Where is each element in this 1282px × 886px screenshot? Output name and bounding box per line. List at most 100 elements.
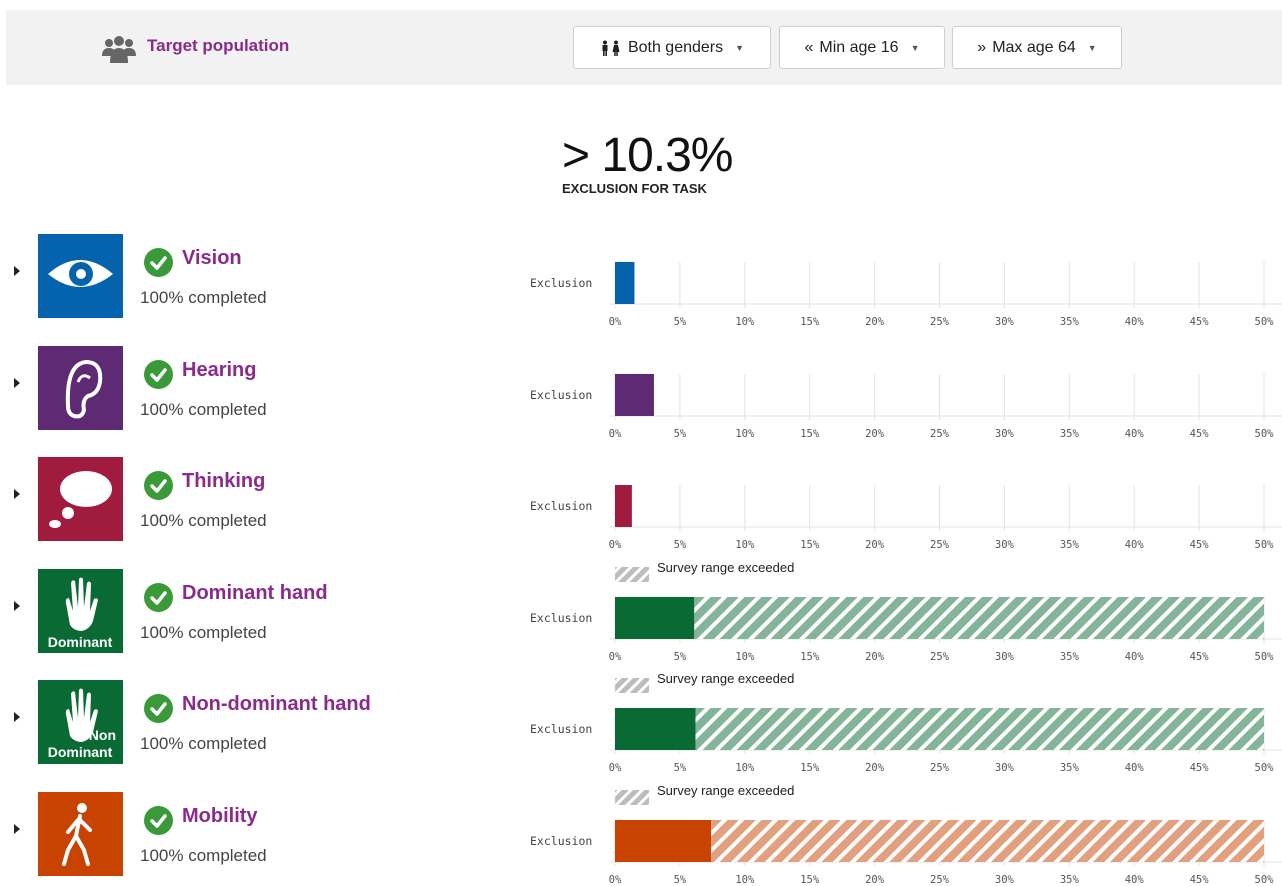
exclusion-chart: 0% 5% 10% 15% 20% 25% 30% 35% 40% 45% 50% Survey ra… <box>520 671 1282 790</box>
x-tick-label: 45% <box>1190 539 1210 551</box>
x-tick-label: 20% <box>865 874 885 886</box>
x-tick-label: 50% <box>1255 874 1275 886</box>
x-tick-label: 10% <box>735 874 755 886</box>
capability-tile: Dominant <box>38 569 123 653</box>
x-tick-label: 45% <box>1190 428 1210 440</box>
x-tick-label: 25% <box>930 316 950 328</box>
x-tick-label: 10% <box>735 651 755 663</box>
check-circle-icon <box>144 806 173 835</box>
exclusion-total-caption: EXCLUSION FOR TASK <box>562 181 707 196</box>
male-female-icon <box>602 40 620 56</box>
x-tick-label: 5% <box>674 651 687 663</box>
legend-swatch <box>615 790 649 805</box>
x-tick-label: 5% <box>674 874 687 886</box>
exclusion-chart: 0% 5% 10% 15% 20% 25% 30% 35% 40% 45% 50% Exclusion <box>520 455 1282 567</box>
walking-person-icon <box>62 803 92 866</box>
capability-row: Thinking 100% completed 0% 5% 10% 15% 20% 25% 30… <box>0 455 1282 567</box>
x-tick-label: 15% <box>800 762 820 774</box>
capability-row: Hearing 100% completed 0% 5% 10% 15% 20% 25% 30%… <box>0 344 1282 456</box>
exclusion-bar <box>615 820 712 862</box>
legend-swatch <box>615 678 649 693</box>
x-tick-label: 5% <box>674 428 687 440</box>
exclusion-bar <box>615 708 696 750</box>
ear-icon <box>65 359 103 419</box>
x-tick-label: 0% <box>609 539 622 551</box>
expand-triangle-icon[interactable] <box>14 489 20 499</box>
x-tick-label: 0% <box>609 651 622 663</box>
x-tick-label: 10% <box>735 539 755 551</box>
x-tick-label: 50% <box>1255 762 1275 774</box>
capability-status: 100% completed <box>140 846 267 865</box>
chevron-down-icon: ▼ <box>735 42 745 53</box>
exclusion-chart-svg: 0% 5% 10% 15% 20% 25% 30% 35% 40% 45% 50% <box>609 790 1282 886</box>
x-tick-label: 5% <box>674 762 687 774</box>
capability-tile: Non Dominant <box>38 680 123 764</box>
capability-status: 100% completed <box>140 623 267 642</box>
x-tick-label: 40% <box>1125 428 1145 440</box>
capability-name[interactable]: Mobility <box>182 805 258 828</box>
expand-triangle-icon[interactable] <box>14 266 20 276</box>
x-tick-label: 15% <box>800 539 820 551</box>
target-population-label: Target population <box>147 36 290 55</box>
capability-name[interactable]: Vision <box>182 247 242 270</box>
survey-range-exceeded-band <box>711 820 1264 862</box>
expand-triangle-icon[interactable] <box>14 601 20 611</box>
x-tick-label: 40% <box>1125 316 1145 328</box>
x-tick-label: 40% <box>1125 651 1145 663</box>
exclusion-total-value: > 10.3% <box>562 129 733 182</box>
tile-caption: Dominant <box>48 634 113 650</box>
check-circle-icon <box>144 583 173 612</box>
legend-text: Survey range exceeded <box>657 671 795 686</box>
expand-triangle-icon[interactable] <box>14 378 20 388</box>
x-tick-label: 0% <box>609 762 622 774</box>
x-tick-label: 30% <box>995 428 1015 440</box>
x-tick-label: 40% <box>1125 874 1145 886</box>
expand-triangle-icon[interactable] <box>14 712 20 722</box>
capability-row: Dominant Dominant hand 100% completed 0% 5% 1… <box>0 560 1282 679</box>
exclusion-chart: 0% 5% 10% 15% 20% 25% 30% 35% 40% 45% 50% Exclusion <box>520 232 1282 344</box>
x-tick-label: 35% <box>1060 651 1080 663</box>
capability-name[interactable]: Dominant hand <box>182 582 328 605</box>
x-tick-label: 30% <box>995 539 1015 551</box>
x-tick-label: 40% <box>1125 539 1145 551</box>
capability-name[interactable]: Hearing <box>182 359 256 382</box>
capability-status: 100% completed <box>140 400 267 419</box>
x-tick-label: 0% <box>609 874 622 886</box>
min-age-dropdown[interactable]: « Min age 16 ▼ <box>779 26 945 69</box>
capability-name[interactable]: Non-dominant hand <box>182 693 371 716</box>
x-tick-label: 25% <box>930 651 950 663</box>
exclusion-bar <box>615 374 654 416</box>
exclusion-chart: 0% 5% 10% 15% 20% 25% 30% 35% 40% 45% 50% Survey ra… <box>520 783 1282 886</box>
x-tick-label: 25% <box>930 762 950 774</box>
expand-triangle-icon[interactable] <box>14 824 20 834</box>
max-age-dropdown[interactable]: » Max age 64 ▼ <box>952 26 1122 69</box>
capability-tile <box>38 234 123 318</box>
x-tick-label: 40% <box>1125 762 1145 774</box>
capability-name[interactable]: Thinking <box>182 470 265 493</box>
exclusion-chart-svg: 0% 5% 10% 15% 20% 25% 30% 35% 40% 45% 50% <box>609 262 1282 328</box>
min-age-dropdown-label: Min age 16 <box>819 38 899 56</box>
hand-icon: NonDominant <box>48 688 116 760</box>
x-tick-label: 50% <box>1255 539 1275 551</box>
x-tick-label: 30% <box>995 874 1015 886</box>
thought-bubble-icon <box>49 471 112 528</box>
x-tick-label: 10% <box>735 316 755 328</box>
gender-dropdown[interactable]: Both genders ▼ <box>573 26 771 69</box>
capability-row: Vision 100% completed 0% 5% 10% 15% 20% 25% 30% 3… <box>0 232 1282 344</box>
legend-swatch <box>615 567 649 582</box>
legend-text: Survey range exceeded <box>657 783 795 798</box>
double-chevron-left-icon: « <box>804 38 814 56</box>
x-tick-label: 10% <box>735 762 755 774</box>
people-group-icon <box>102 36 136 63</box>
x-tick-label: 20% <box>865 539 885 551</box>
x-tick-label: 25% <box>930 539 950 551</box>
x-tick-label: 45% <box>1190 874 1210 886</box>
chevron-down-icon: ▼ <box>1087 42 1097 53</box>
capability-row: Mobility 100% completed 0% 5% 10% 15% 20% 25% 30… <box>0 783 1282 886</box>
capability-tile <box>38 792 123 876</box>
x-tick-label: 15% <box>800 651 820 663</box>
x-tick-label: 30% <box>995 762 1015 774</box>
capability-status: 100% completed <box>140 288 267 307</box>
x-tick-label: 20% <box>865 651 885 663</box>
capability-status: 100% completed <box>140 511 267 530</box>
